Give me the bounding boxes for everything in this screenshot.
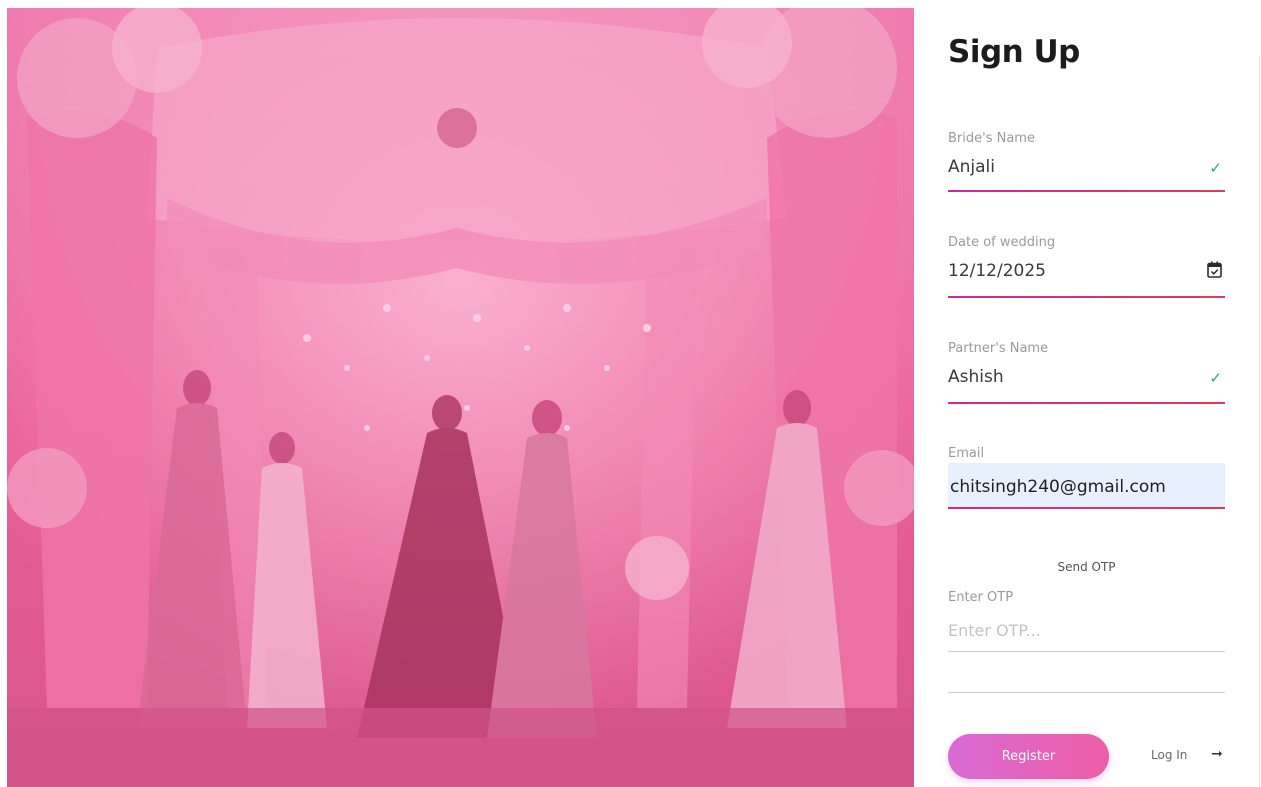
login-link[interactable]: Log In [1151, 748, 1187, 762]
partners-name-underline [948, 402, 1225, 404]
brides-name-input[interactable]: Anjali [948, 157, 995, 177]
wedding-date-label: Date of wedding [948, 235, 1056, 250]
form-divider [948, 692, 1225, 693]
brides-name-underline [948, 190, 1225, 192]
check-icon: ✓ [1209, 159, 1222, 177]
wedding-date-underline [948, 296, 1225, 298]
signup-form: Sign Up Bride's Name Anjali ✓ Date of we… [948, 0, 1228, 787]
email-field[interactable]: chitsingh240@gmail.com [948, 463, 1225, 507]
email-label: Email [948, 446, 985, 461]
wedding-date-field[interactable]: Date of wedding 12/12/2025 [948, 235, 1225, 299]
panel-divider [1259, 56, 1260, 787]
wedding-scene-illustration [7, 8, 914, 787]
brides-name-field[interactable]: Bride's Name Anjali ✓ [948, 131, 1225, 193]
otp-underline [948, 651, 1225, 652]
partners-name-label: Partner's Name [948, 341, 1049, 356]
wedding-date-input[interactable]: 12/12/2025 [948, 261, 1046, 281]
partners-name-input[interactable]: Ashish [948, 367, 1004, 387]
partners-name-field[interactable]: Partner's Name Ashish ✓ [948, 341, 1225, 405]
email-underline [948, 507, 1225, 509]
email-input[interactable]: chitsingh240@gmail.com [950, 477, 1166, 497]
hero-wedding-image [7, 8, 914, 787]
calendar-icon[interactable] [1207, 261, 1222, 282]
brides-name-label: Bride's Name [948, 131, 1035, 146]
check-icon: ✓ [1209, 369, 1222, 387]
send-otp-button[interactable]: Send OTP [948, 560, 1225, 574]
page-title: Sign Up [948, 34, 1080, 70]
otp-label: Enter OTP [948, 590, 1014, 605]
arrow-right-icon[interactable]: ➞ [1211, 746, 1223, 762]
otp-input[interactable] [948, 618, 1225, 642]
register-button[interactable]: Register [948, 734, 1109, 779]
